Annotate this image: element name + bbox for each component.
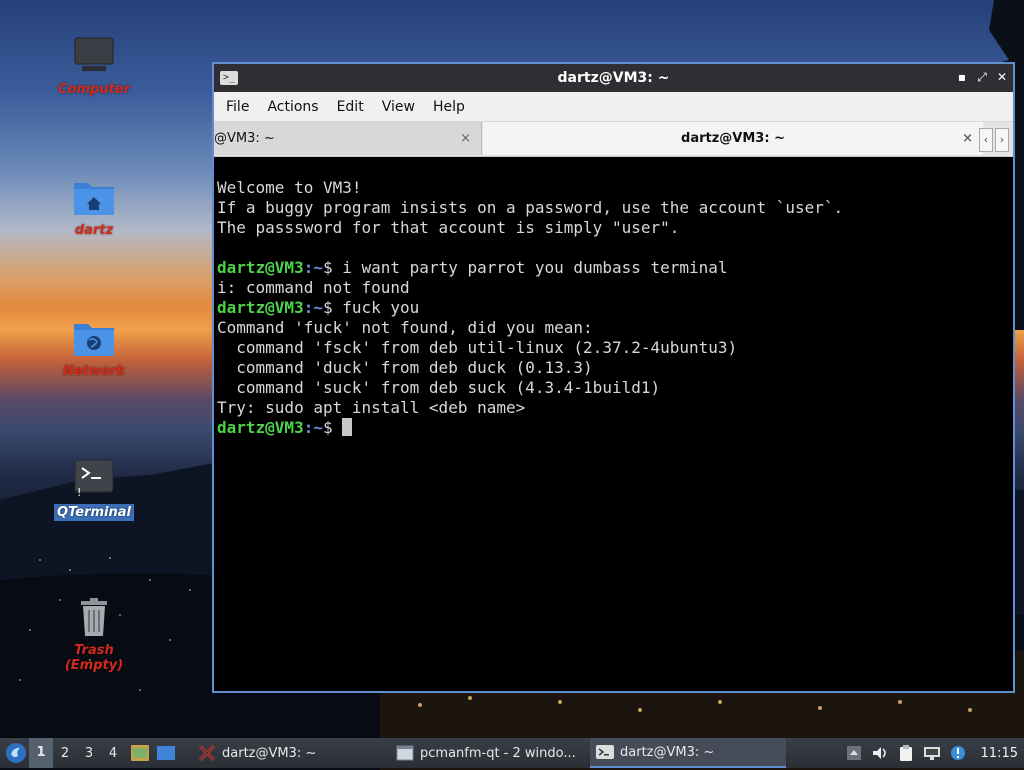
desktop-icon-label: Computer <box>57 82 131 97</box>
prompt-path: :~ <box>303 298 323 317</box>
network-status-icon[interactable] <box>923 744 941 762</box>
prompt-path: :~ <box>303 258 323 277</box>
command-text: i want party parrot you dumbass terminal <box>332 258 728 277</box>
menu-edit[interactable]: Edit <box>335 99 374 115</box>
taskbar: 1 2 3 4 dartz@VM3: ~ pcmanfm-qt - 2 wind… <box>0 738 1024 768</box>
workspace-1[interactable]: 1 <box>29 738 53 768</box>
menu-bar: File Actions Edit View Help <box>214 92 1013 122</box>
minimize-button[interactable]: ▪ <box>955 70 969 84</box>
lxqt-logo-icon <box>6 743 26 763</box>
home-folder-icon <box>72 177 116 217</box>
workspace-3[interactable]: 3 <box>77 746 101 761</box>
terminal-line: Welcome to VM3! <box>217 178 362 197</box>
tab-2[interactable]: dartz@VM3: ~ × <box>483 122 983 155</box>
terminal-line: The passsword for that account is simply… <box>217 218 680 237</box>
desktop-icon-label: Trash (Empty) <box>64 643 124 673</box>
show-desktop-button[interactable] <box>155 742 177 764</box>
tab-label: @VM3: ~ <box>214 131 275 146</box>
prompt-user-host: dartz@VM3 <box>217 418 304 437</box>
prompt-path: :~ <box>303 418 323 437</box>
terminal-prompt-line: dartz@VM3:~$ <box>217 418 1013 438</box>
tab-1[interactable]: @VM3: ~ × <box>214 122 482 155</box>
tab-label: dartz@VM3: ~ <box>681 131 785 146</box>
terminal-line: command 'duck' from deb duck (0.13.3) <box>217 358 593 377</box>
terminal-icon: ! <box>72 458 116 499</box>
terminal-icon <box>596 745 614 759</box>
prompt-symbol: $ <box>322 298 333 317</box>
close-button[interactable]: ✕ <box>995 70 1009 84</box>
desktop-icon-label: Network <box>63 364 125 379</box>
terminal-prompt-line: dartz@VM3:~$ i want party parrot you dum… <box>217 258 1013 278</box>
workspace-2[interactable]: 2 <box>53 746 77 761</box>
task-terminal-1[interactable]: dartz@VM3: ~ <box>192 738 388 768</box>
menu-actions[interactable]: Actions <box>265 99 328 115</box>
window-titlebar[interactable]: >_ dartz@VM3: ~ ▪ ⤢ ✕ <box>214 64 1013 92</box>
menu-file[interactable]: File <box>224 99 259 115</box>
computer-icon <box>72 36 116 76</box>
terminal-prompt-line: dartz@VM3:~$ fuck you <box>217 298 1013 318</box>
terminal-cursor <box>342 418 353 436</box>
desktop-icon-label: QTerminal <box>54 504 134 521</box>
tray-up-arrow-icon[interactable] <box>845 744 863 762</box>
update-notifier-icon[interactable] <box>949 744 967 762</box>
tab-close-icon[interactable]: × <box>962 131 973 146</box>
network-folder-icon <box>72 318 116 358</box>
desktop-icon-computer[interactable]: Computer <box>49 36 139 97</box>
terminal-output[interactable]: Welcome to VM3! If a buggy program insist… <box>216 158 1013 691</box>
task-terminal-2[interactable]: dartz@VM3: ~ <box>590 738 786 768</box>
terminal-line: i: command not found <box>217 278 410 297</box>
svg-text:!: ! <box>77 486 81 498</box>
menu-view[interactable]: View <box>380 99 425 115</box>
task-label: dartz@VM3: ~ <box>620 744 715 760</box>
maximize-button[interactable]: ⤢ <box>975 70 989 84</box>
clock[interactable]: 11:15 <box>981 746 1018 761</box>
tab-scroll-left-icon[interactable]: ‹ <box>979 128 993 152</box>
show-desktop-icon <box>157 746 175 760</box>
system-tray: 11:15 <box>845 738 1024 768</box>
prompt-user-host: dartz@VM3 <box>217 258 304 277</box>
terminal-line: Command 'fuck' not found, did you mean: <box>217 318 593 337</box>
tab-bar: @VM3: ~ × dartz@VM3: ~ × ‹ › <box>214 122 1013 157</box>
tab-close-icon[interactable]: × <box>460 131 471 146</box>
tab-scroll-right-icon[interactable]: › <box>995 128 1009 152</box>
file-manager-icon <box>131 745 149 761</box>
terminal-line: command 'suck' from deb suck (4.3.4-1bui… <box>217 378 661 397</box>
desktop-icon-network[interactable]: Network <box>49 318 139 379</box>
x-app-icon <box>198 745 216 761</box>
prompt-user-host: dartz@VM3 <box>217 298 304 317</box>
desktop-icon-trash[interactable]: Trash (Empty) <box>49 597 139 673</box>
prompt-symbol: $ <box>322 258 333 277</box>
trash-icon <box>72 597 116 637</box>
terminal-window: >_ dartz@VM3: ~ ▪ ⤢ ✕ File Actions Edit … <box>212 62 1015 693</box>
task-pcmanfm[interactable]: pcmanfm-qt - 2 windo... <box>390 738 588 768</box>
volume-icon[interactable] <box>871 744 889 762</box>
desktop-icon-qterminal[interactable]: ! QTerminal <box>49 458 139 521</box>
window-icon <box>396 745 414 761</box>
start-menu-button[interactable] <box>3 740 29 766</box>
file-manager-quicklaunch[interactable] <box>129 742 151 764</box>
menu-help[interactable]: Help <box>431 99 475 115</box>
terminal-line: Try: sudo apt install <deb name> <box>217 398 526 417</box>
desktop-icon-label: dartz <box>74 223 114 238</box>
desktop-icon-home[interactable]: dartz <box>49 177 139 238</box>
window-title: dartz@VM3: ~ <box>557 70 670 86</box>
task-label: dartz@VM3: ~ <box>222 745 317 761</box>
clipboard-icon[interactable] <box>897 744 915 762</box>
command-text: fuck you <box>332 298 420 317</box>
terminal-line: If a buggy program insists on a password… <box>217 198 844 217</box>
task-label: pcmanfm-qt - 2 windo... <box>420 745 576 761</box>
prompt-symbol: $ <box>322 418 333 437</box>
terminal-line: command 'fsck' from deb util-linux (2.37… <box>217 338 738 357</box>
workspace-4[interactable]: 4 <box>101 746 125 761</box>
